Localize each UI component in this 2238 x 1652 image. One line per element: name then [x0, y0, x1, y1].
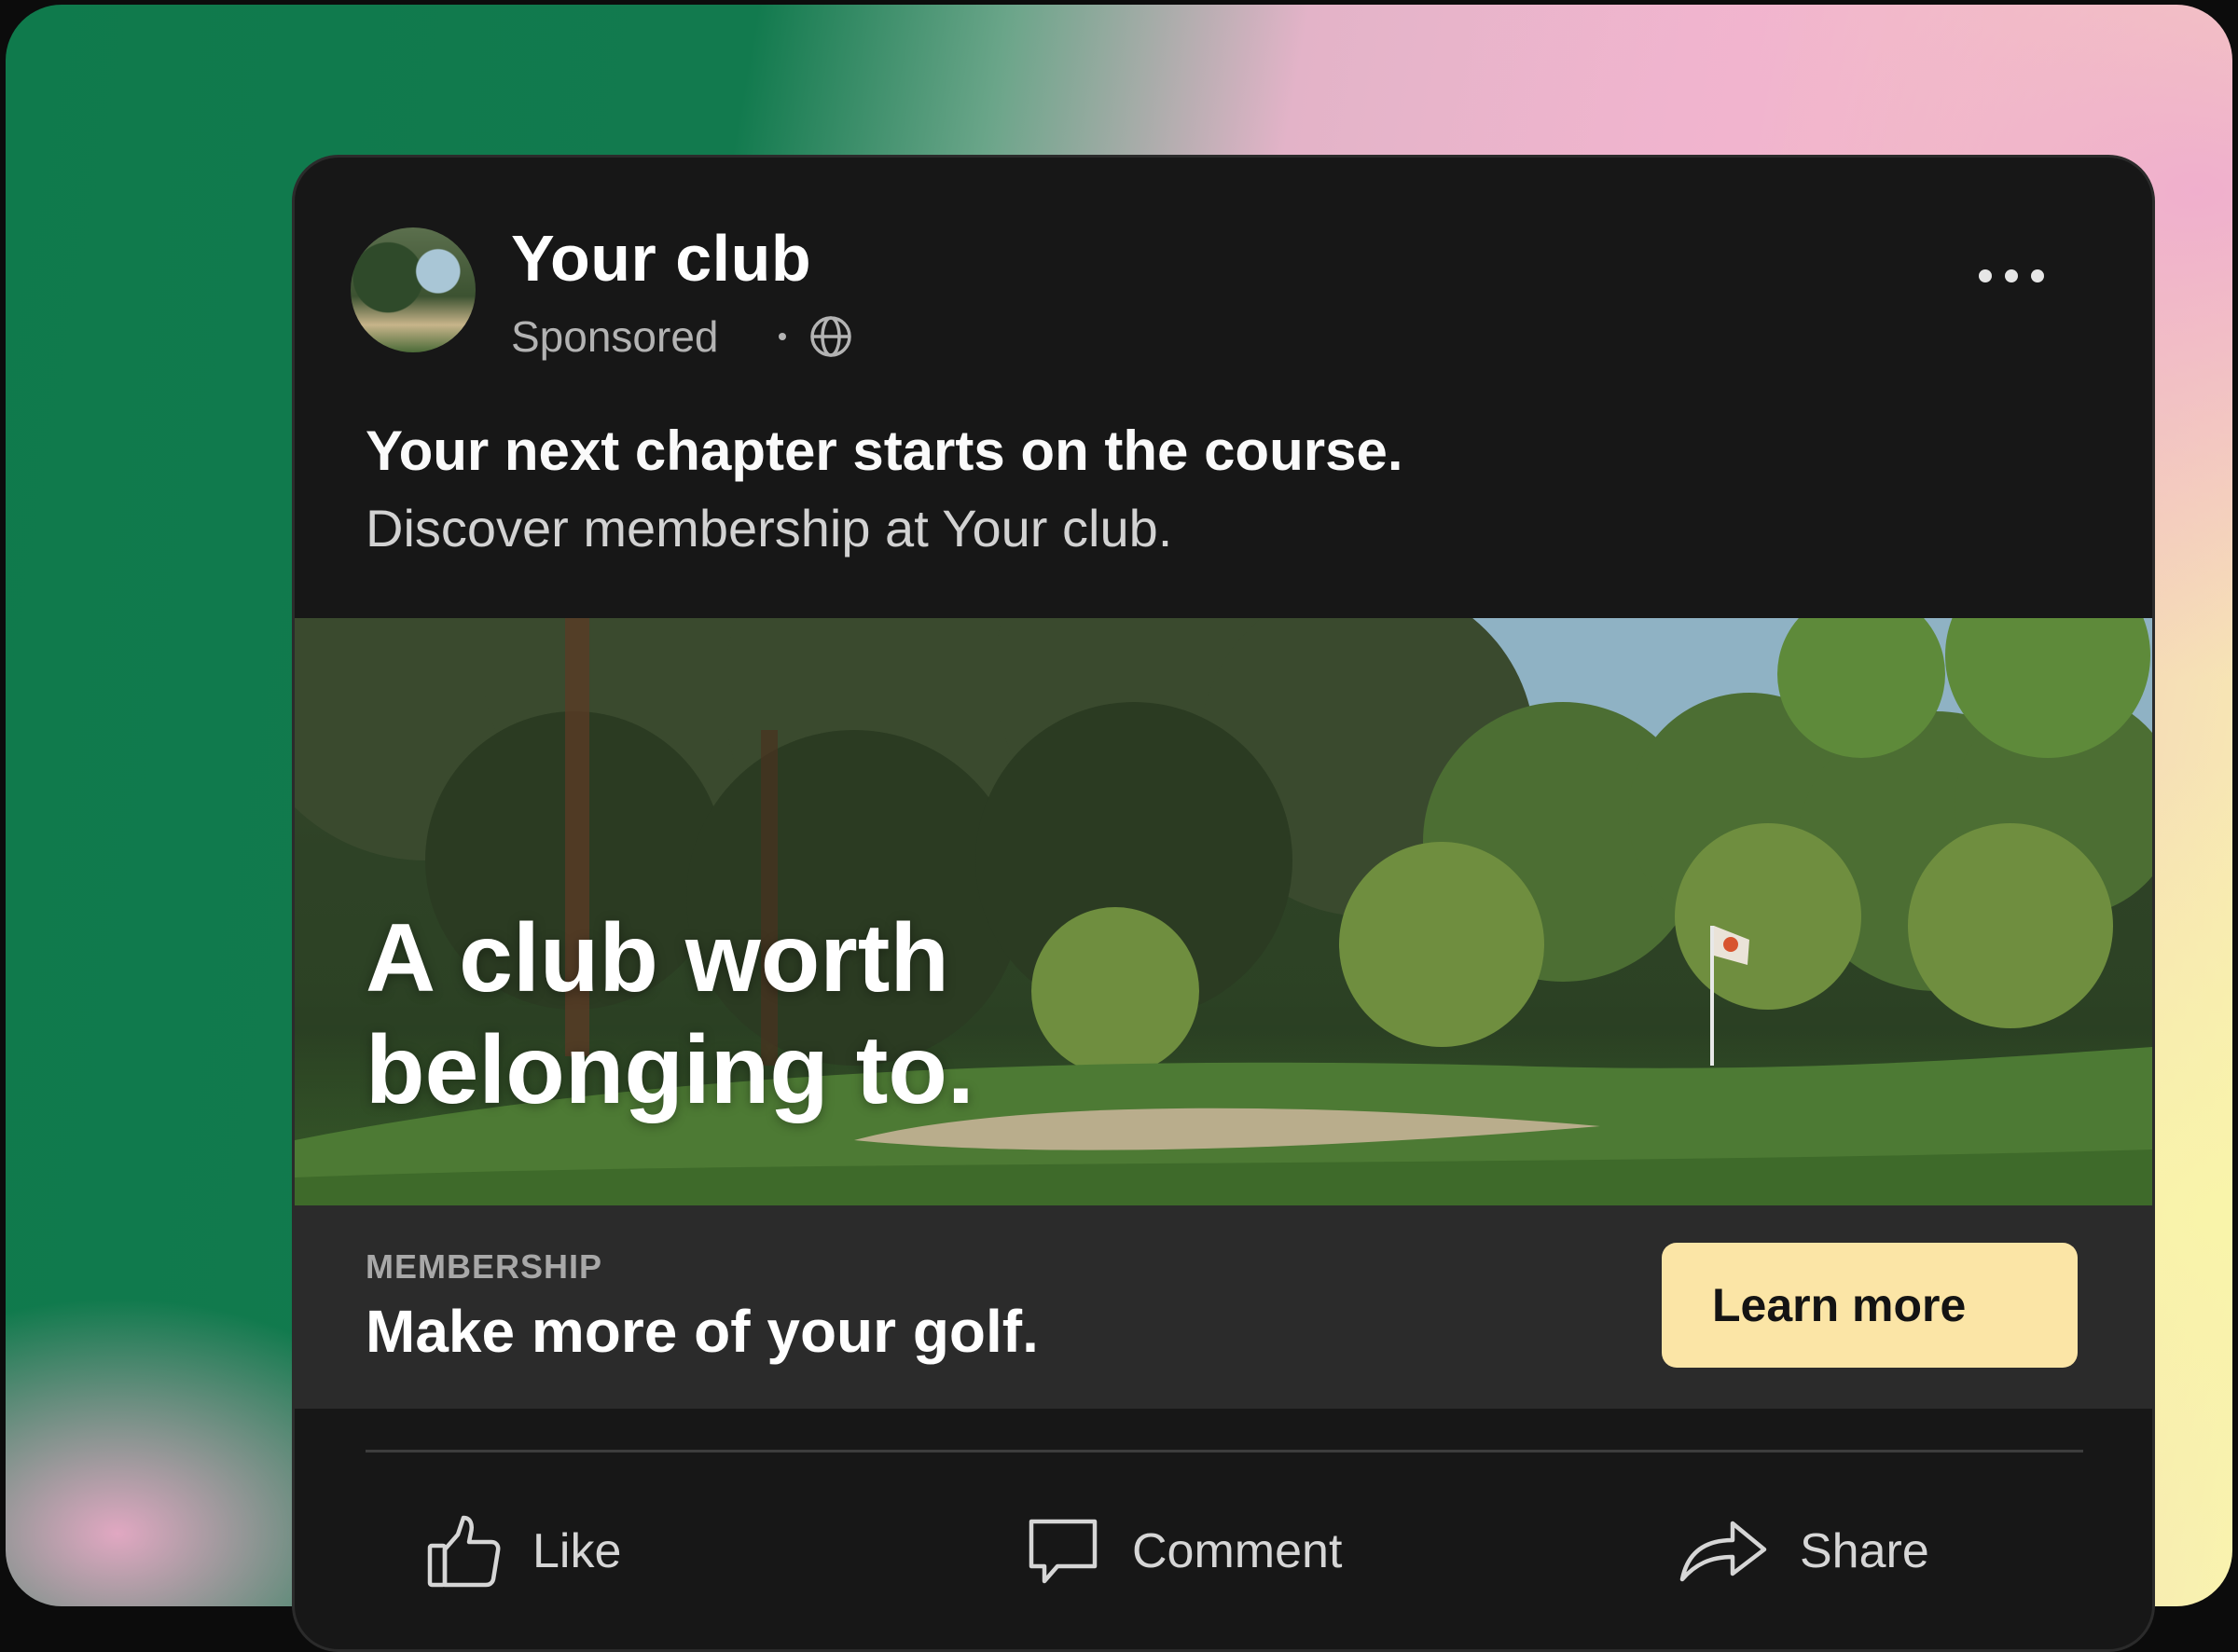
promo-bar: MEMBERSHIP Make more of your golf. Learn… — [295, 1205, 2152, 1409]
comment-button[interactable]: Comment — [1026, 1481, 1342, 1621]
hero-title-line-2: belonging to. — [366, 1016, 974, 1124]
promo-tagline: Make more of your golf. — [366, 1298, 1039, 1365]
hero-title: A club worth belonging to. — [366, 902, 974, 1126]
thumbs-up-icon — [426, 1514, 501, 1589]
post-headline: Your next chapter starts on the course. — [366, 420, 1403, 482]
share-button[interactable]: Share — [1678, 1481, 1929, 1621]
like-button[interactable]: Like — [426, 1481, 621, 1621]
sponsored-post-card: Your club Sponsored Your next chapter st… — [292, 155, 2155, 1652]
share-arrow-icon — [1678, 1514, 1768, 1589]
like-label: Like — [532, 1524, 622, 1578]
learn-more-button[interactable]: Learn more — [1662, 1243, 2078, 1368]
post-actions: Like Comment Share — [295, 1481, 2152, 1621]
club-avatar[interactable] — [351, 227, 476, 352]
post-author-name[interactable]: Your club — [511, 221, 811, 296]
comment-label: Comment — [1132, 1524, 1343, 1578]
share-label: Share — [1800, 1524, 1929, 1578]
actions-divider — [366, 1450, 2083, 1452]
globe-icon — [808, 314, 853, 359]
post-meta: Sponsored — [511, 309, 853, 365]
hero-title-line-1: A club worth — [366, 904, 949, 1012]
comment-icon — [1026, 1514, 1100, 1589]
more-options-icon[interactable] — [1969, 260, 2053, 292]
promo-eyebrow: MEMBERSHIP — [366, 1247, 603, 1286]
sponsored-label: Sponsored — [511, 312, 719, 361]
meta-separator-dot — [778, 333, 786, 340]
post-subline: Discover membership at Your club. — [366, 499, 1173, 558]
hero-image[interactable]: A club worth belonging to. — [295, 618, 2152, 1205]
